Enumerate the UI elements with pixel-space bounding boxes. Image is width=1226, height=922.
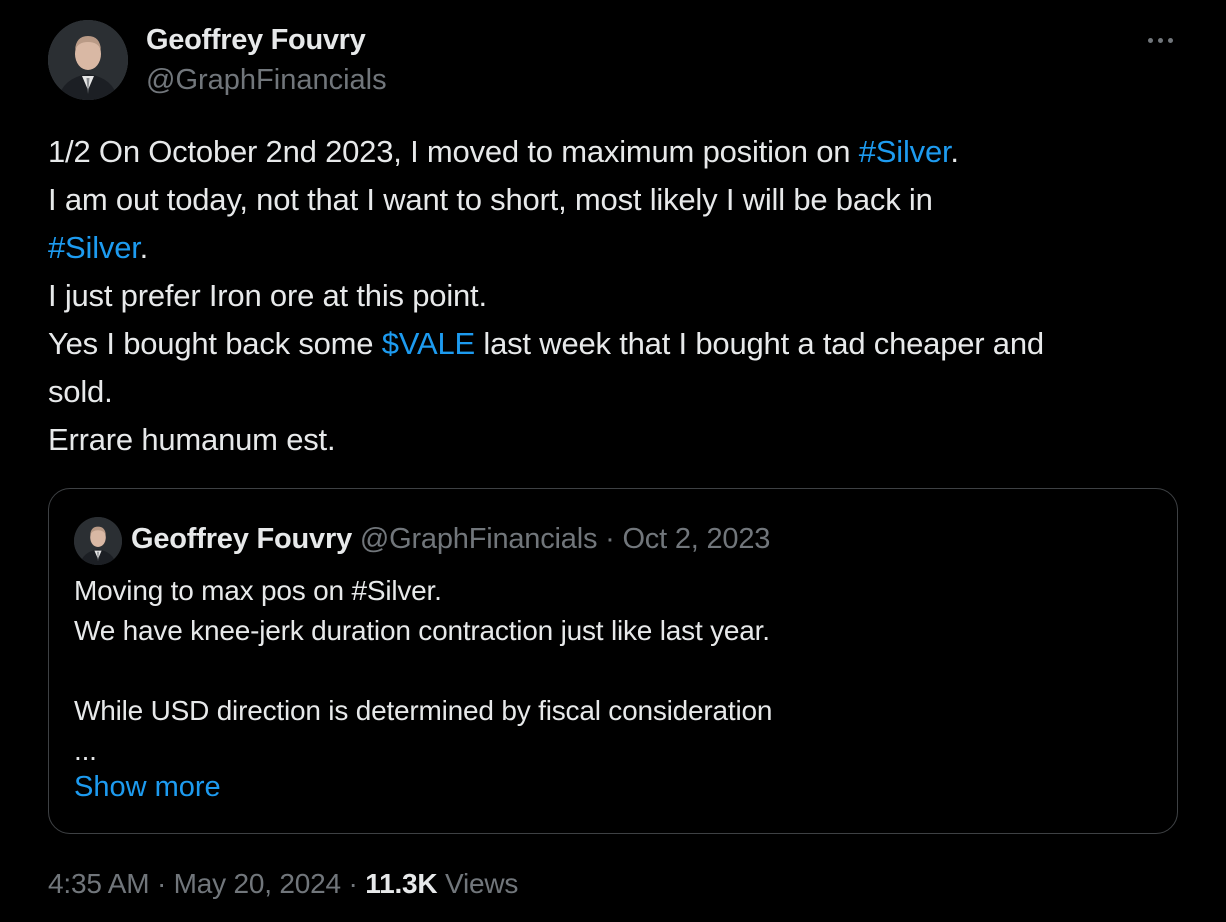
quoted-author-handle[interactable]: @GraphFinancials <box>360 523 598 555</box>
tweet-time[interactable]: 4:35 AM <box>48 868 150 899</box>
quoted-tweet-header: Geoffrey Fouvry @GraphFinancials · Oct 2… <box>131 523 770 556</box>
quoted-text-line: While USD direction is determined by fis… <box>74 695 773 726</box>
tweet-text-line: 1/2 On October 2nd 2023, I moved to maxi… <box>48 128 1188 176</box>
profile-photo <box>74 517 122 565</box>
quoted-tweet-text: Moving to max pos on #Silver. We have kn… <box>74 571 1154 771</box>
tweet: Geoffrey Fouvry @GraphFinancials 1/2 On … <box>0 0 1226 922</box>
author-name[interactable]: Geoffrey Fouvry <box>146 24 366 57</box>
profile-photo <box>48 20 128 100</box>
tweet-text-line: Yes I bought back some $VALE last week t… <box>48 320 1188 368</box>
meta-separator: · <box>348 868 358 899</box>
text-segment: 1/2 On October 2nd 2023, I moved to maxi… <box>48 134 859 169</box>
cashtag-link[interactable]: $VALE <box>382 326 475 361</box>
quoted-tweet-date[interactable]: Oct 2, 2023 <box>622 523 770 555</box>
quoted-text-line <box>74 651 1154 691</box>
author-avatar[interactable] <box>48 20 128 100</box>
quoted-text-line: Moving to max pos on #Silver. <box>74 575 442 606</box>
quoted-text-ellipsis: ... <box>74 735 97 766</box>
quoted-text-line: We have knee-jerk duration contraction j… <box>74 615 770 646</box>
author-handle[interactable]: @GraphFinancials <box>146 64 387 97</box>
hashtag-link[interactable]: #Silver <box>48 230 140 265</box>
quoted-author-name[interactable]: Geoffrey Fouvry <box>131 523 352 555</box>
text-segment: Yes I bought back some <box>48 326 382 361</box>
tweet-text-line: I am out today, not that I want to short… <box>48 182 933 217</box>
tweet-date[interactable]: May 20, 2024 <box>174 868 341 899</box>
show-more-link[interactable]: Show more <box>74 771 221 804</box>
meta-separator: · <box>605 523 615 555</box>
views-count[interactable]: 11.3K <box>365 868 437 899</box>
text-segment: . <box>139 230 149 265</box>
tweet-text-line: #Silver. <box>48 224 1188 272</box>
meta-separator: · <box>156 868 167 899</box>
tweet-text-line: I just prefer Iron ore at this point. <box>48 278 487 313</box>
quoted-tweet-card[interactable]: Geoffrey Fouvry @GraphFinancials · Oct 2… <box>48 488 1178 834</box>
views-label[interactable]: Views <box>445 868 518 899</box>
text-segment: . <box>950 134 959 169</box>
hashtag-link[interactable]: #Silver <box>859 134 951 169</box>
tweet-text-line: sold. <box>48 374 113 409</box>
tweet-text-line: Errare humanum est. <box>48 422 336 457</box>
tweet-footer: 4:35 AM · May 20, 2024 · 11.3K Views <box>48 868 518 900</box>
tweet-text: 1/2 On October 2nd 2023, I moved to maxi… <box>48 128 1188 464</box>
more-horizontal-icon[interactable] <box>1140 26 1180 54</box>
text-segment: last week that I bought a tad cheaper an… <box>474 326 1044 361</box>
quoted-author-avatar[interactable] <box>74 517 122 565</box>
